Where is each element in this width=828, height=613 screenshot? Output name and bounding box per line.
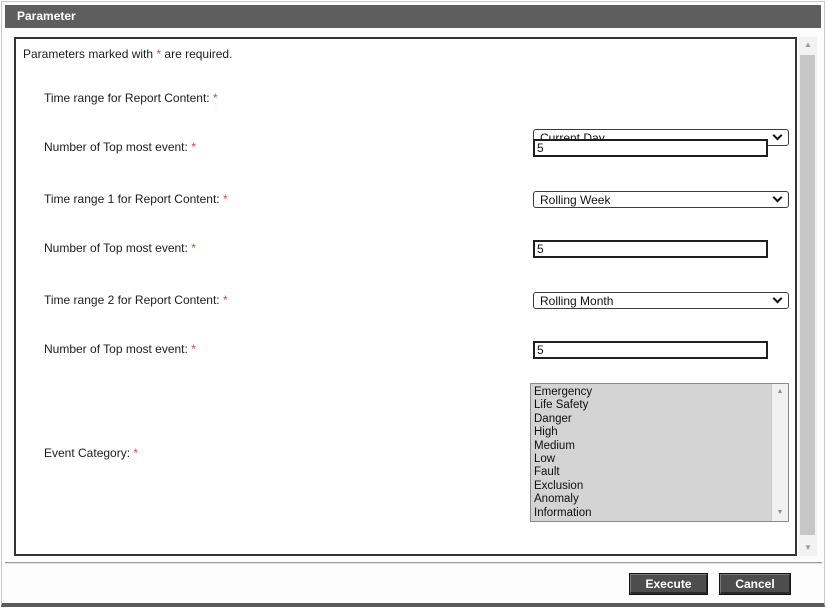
time-range-2-select[interactable]: Rolling Month — [533, 292, 789, 309]
field-label-top-events: Number of Top most event: * — [44, 140, 196, 154]
field-label-time-range: Time range for Report Content: * — [44, 91, 218, 105]
listbox-option[interactable]: Anomaly — [534, 493, 771, 506]
scroll-down-icon[interactable]: ▼ — [772, 506, 788, 520]
listbox-option[interactable]: Fault — [534, 466, 771, 479]
scroll-up-icon[interactable]: ▲ — [772, 385, 788, 399]
field-label-top-events-2: Number of Top most event: * — [44, 342, 196, 356]
scroll-up-icon[interactable]: ▲ — [799, 37, 817, 53]
listbox-option[interactable]: Low — [534, 453, 771, 466]
listbox-option[interactable]: Information — [534, 507, 771, 520]
required-asterisk: * — [191, 241, 196, 255]
event-category-listbox[interactable]: Emergency Life Safety Danger High Medium… — [530, 383, 789, 522]
select-value: Rolling Month — [540, 294, 613, 308]
listbox-option[interactable]: Danger — [534, 413, 771, 426]
cancel-button[interactable]: Cancel — [719, 573, 791, 595]
parameter-dialog: Parameter Parameters marked with * are r… — [1, 1, 825, 607]
dialog-titlebar: Parameter — [5, 5, 821, 28]
time-range-1-select[interactable]: Rolling Week — [533, 191, 789, 208]
vertical-scrollbar[interactable]: ▲ ▼ — [799, 37, 817, 556]
required-asterisk: * — [223, 192, 228, 206]
listbox-option[interactable]: Medium — [534, 440, 771, 453]
field-label-event-category: Event Category: * — [44, 446, 138, 460]
top-events-2-input[interactable] — [533, 341, 768, 359]
listbox-option[interactable]: High — [534, 426, 771, 439]
listbox-options: Emergency Life Safety Danger High Medium… — [531, 384, 771, 521]
listbox-option[interactable]: Life Safety — [534, 399, 771, 412]
scrollbar-thumb[interactable] — [800, 55, 815, 535]
required-note: Parameters marked with * are required. — [23, 47, 232, 61]
field-label-time-range-2: Time range 2 for Report Content: * — [44, 293, 228, 307]
select-value: Rolling Week — [540, 193, 610, 207]
listbox-option[interactable]: Exclusion — [534, 480, 771, 493]
listbox-scrollbar[interactable]: ▲ ▼ — [771, 384, 788, 521]
field-label-top-events-1: Number of Top most event: * — [44, 241, 196, 255]
execute-button[interactable]: Execute — [629, 573, 708, 595]
listbox-option[interactable]: Emergency — [534, 386, 771, 399]
chevron-down-icon — [773, 131, 783, 141]
scroll-down-icon[interactable]: ▼ — [799, 540, 817, 556]
required-asterisk: * — [213, 91, 218, 105]
note-suffix: are required. — [161, 47, 232, 61]
top-events-1-input[interactable] — [533, 240, 768, 258]
required-asterisk: * — [191, 140, 196, 154]
parameter-form-panel: Parameters marked with * are required. T… — [14, 37, 797, 556]
chevron-down-icon — [773, 193, 783, 203]
required-asterisk: * — [191, 342, 196, 356]
field-label-time-range-1: Time range 1 for Report Content: * — [44, 192, 228, 206]
note-prefix: Parameters marked with — [23, 47, 156, 61]
dialog-title: Parameter — [17, 9, 76, 23]
required-asterisk: * — [223, 293, 228, 307]
chevron-down-icon — [773, 294, 783, 304]
required-asterisk: * — [133, 446, 138, 460]
footer-separator — [5, 562, 822, 564]
top-events-input[interactable] — [533, 139, 768, 157]
